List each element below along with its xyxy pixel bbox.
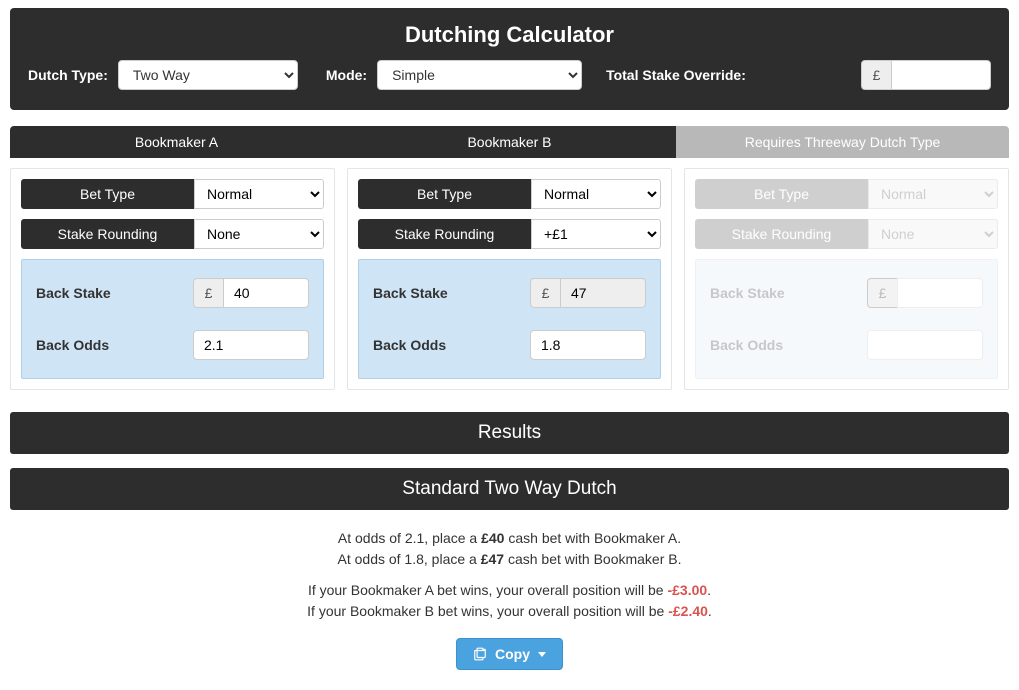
- stake-override-label: Total Stake Override:: [606, 67, 746, 83]
- rounding-select-a[interactable]: None: [194, 219, 324, 249]
- back-stake-input-b[interactable]: [560, 278, 646, 308]
- back-odds-input-c: [867, 330, 983, 360]
- bet-type-select-b[interactable]: Normal: [531, 179, 661, 209]
- summary-line: If your Bookmaker A bet wins, your overa…: [308, 582, 668, 598]
- back-box-c: Back Stake £ Back Odds: [695, 259, 998, 379]
- results-summary: At odds of 2.1, place a £40 cash bet wit…: [10, 528, 1009, 670]
- stake-override-group: £: [861, 60, 991, 90]
- summary-negative-amount: -£2.40: [668, 603, 708, 619]
- bet-type-select-a[interactable]: Normal: [194, 179, 324, 209]
- summary-line: .: [708, 603, 712, 619]
- rounding-label: Stake Rounding: [695, 219, 868, 249]
- summary-amount: £47: [481, 551, 504, 567]
- mode-label: Mode:: [326, 67, 367, 83]
- bet-type-label: Bet Type: [358, 179, 531, 209]
- app-title: Dutching Calculator: [28, 22, 991, 48]
- tab-bookmaker-a[interactable]: Bookmaker A: [10, 126, 343, 158]
- summary-line: At odds of 1.8, place a: [338, 551, 481, 567]
- summary-negative-amount: -£3.00: [667, 582, 707, 598]
- summary-amount: £40: [481, 530, 504, 546]
- rounding-label: Stake Rounding: [358, 219, 531, 249]
- results-header: Results: [10, 412, 1009, 454]
- summary-line: At odds of 2.1, place a: [338, 530, 481, 546]
- bookmaker-a-column: Bet Type Normal Stake Rounding None Back…: [10, 168, 335, 390]
- summary-line: cash bet with Bookmaker A.: [504, 530, 681, 546]
- tab-bookmaker-c-disabled: Requires Threeway Dutch Type: [676, 126, 1009, 158]
- back-stake-input-c: [897, 278, 983, 308]
- currency-addon: £: [193, 278, 223, 308]
- back-odds-input-b[interactable]: [530, 330, 646, 360]
- rounding-select-b[interactable]: +£1: [531, 219, 661, 249]
- results-section-header: Standard Two Way Dutch: [10, 468, 1009, 510]
- tab-bookmaker-b[interactable]: Bookmaker B: [343, 126, 676, 158]
- summary-line: If your Bookmaker B bet wins, your overa…: [307, 603, 668, 619]
- back-stake-label: Back Stake: [710, 285, 867, 301]
- bookmaker-b-column: Bet Type Normal Stake Rounding +£1 Back …: [347, 168, 672, 390]
- currency-addon: £: [530, 278, 560, 308]
- back-stake-label: Back Stake: [36, 285, 193, 301]
- bookmaker-tabs: Bookmaker A Bookmaker B Requires Threewa…: [10, 126, 1009, 158]
- summary-line: cash bet with Bookmaker B.: [504, 551, 681, 567]
- header-panel: Dutching Calculator Dutch Type: Two Way …: [10, 8, 1009, 110]
- bet-type-select-c: Normal: [868, 179, 998, 209]
- back-stake-label: Back Stake: [373, 285, 530, 301]
- clipboard-icon: [473, 647, 487, 661]
- currency-addon: £: [867, 278, 897, 308]
- mode-select[interactable]: Simple: [377, 60, 582, 90]
- copy-button[interactable]: Copy: [456, 638, 563, 670]
- back-odds-label: Back Odds: [373, 337, 530, 353]
- currency-addon: £: [861, 60, 891, 90]
- back-box-a: Back Stake £ Back Odds: [21, 259, 324, 379]
- chevron-down-icon: [538, 652, 546, 657]
- dutch-type-label: Dutch Type:: [28, 67, 108, 83]
- dutch-type-select[interactable]: Two Way: [118, 60, 298, 90]
- back-box-b: Back Stake £ Back Odds: [358, 259, 661, 379]
- back-odds-input-a[interactable]: [193, 330, 309, 360]
- copy-label: Copy: [495, 646, 530, 662]
- stake-override-input[interactable]: [891, 60, 991, 90]
- back-odds-label: Back Odds: [710, 337, 867, 353]
- bookmaker-c-column: Bet Type Normal Stake Rounding None Back…: [684, 168, 1009, 390]
- bet-type-label: Bet Type: [695, 179, 868, 209]
- back-stake-input-a[interactable]: [223, 278, 309, 308]
- summary-line: .: [707, 582, 711, 598]
- rounding-label: Stake Rounding: [21, 219, 194, 249]
- bet-type-label: Bet Type: [21, 179, 194, 209]
- rounding-select-c: None: [868, 219, 998, 249]
- back-odds-label: Back Odds: [36, 337, 193, 353]
